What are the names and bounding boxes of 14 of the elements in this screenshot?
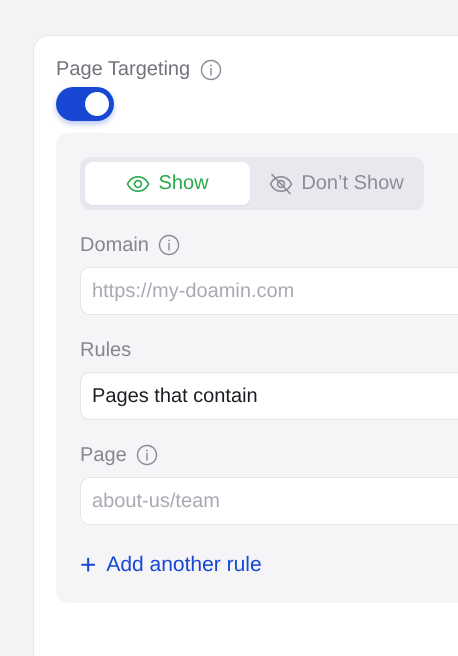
add-rule-link[interactable]: + Add another rule: [80, 553, 262, 577]
info-icon[interactable]: [158, 234, 180, 256]
section-title: Page Targeting: [56, 58, 190, 81]
input-field[interactable]: about-us/team: [80, 477, 458, 525]
field-label: Rules: [80, 338, 132, 362]
input-field[interactable]: https://my-doamin.com: [80, 267, 458, 315]
eye-slash-icon: [269, 172, 294, 194]
eye-icon: [126, 174, 150, 192]
field-label: Domain: [80, 234, 149, 256]
info-icon[interactable]: [136, 444, 158, 466]
input-field[interactable]: Pages that contain: [80, 372, 458, 420]
field-label: Page: [80, 444, 127, 466]
info-icon[interactable]: [200, 58, 222, 80]
toggle-switch[interactable]: [56, 87, 114, 121]
